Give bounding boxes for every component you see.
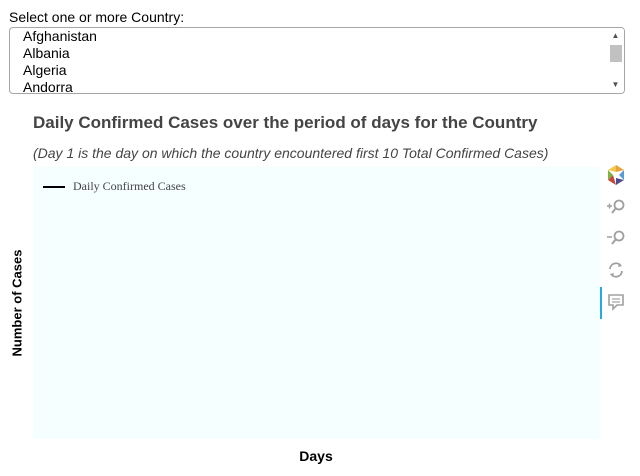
zoom-in-icon[interactable] — [604, 196, 628, 220]
country-select-label: Select one or more Country: — [9, 9, 185, 25]
legend-swatch — [43, 185, 65, 188]
bokeh-logo-icon[interactable] — [604, 163, 628, 187]
option-algeria[interactable]: Algeria — [10, 62, 606, 79]
x-axis-label: Days — [299, 448, 333, 464]
hover-tooltip-icon[interactable] — [604, 290, 628, 314]
scroll-up-arrow-icon[interactable]: ▲ — [607, 30, 624, 42]
chart-toolbar — [600, 163, 632, 323]
scroll-thumb[interactable] — [610, 45, 622, 62]
option-albania[interactable]: Albania — [10, 45, 606, 62]
chart-subtitle: (Day 1 is the day on which the country e… — [33, 145, 549, 161]
scroll-down-arrow-icon[interactable]: ▼ — [607, 79, 624, 91]
reset-icon[interactable] — [604, 258, 628, 282]
option-afghanistan[interactable]: Afghanistan — [10, 28, 606, 45]
country-multiselect[interactable]: Afghanistan Albania Algeria Andorra ▲ ▼ — [9, 27, 625, 94]
option-andorra[interactable]: Andorra — [10, 79, 606, 93]
active-tool-indicator — [600, 287, 602, 319]
list-scrollbar[interactable]: ▲ ▼ — [607, 28, 624, 93]
chart-title: Daily Confirmed Cases over the period of… — [33, 113, 538, 132]
y-axis-label: Number of Cases — [9, 249, 25, 357]
zoom-out-icon[interactable] — [604, 227, 628, 251]
legend-label: Daily Confirmed Cases — [73, 179, 186, 193]
plot-area[interactable]: Daily Confirmed Cases — [33, 167, 600, 439]
legend: Daily Confirmed Cases — [43, 179, 186, 194]
